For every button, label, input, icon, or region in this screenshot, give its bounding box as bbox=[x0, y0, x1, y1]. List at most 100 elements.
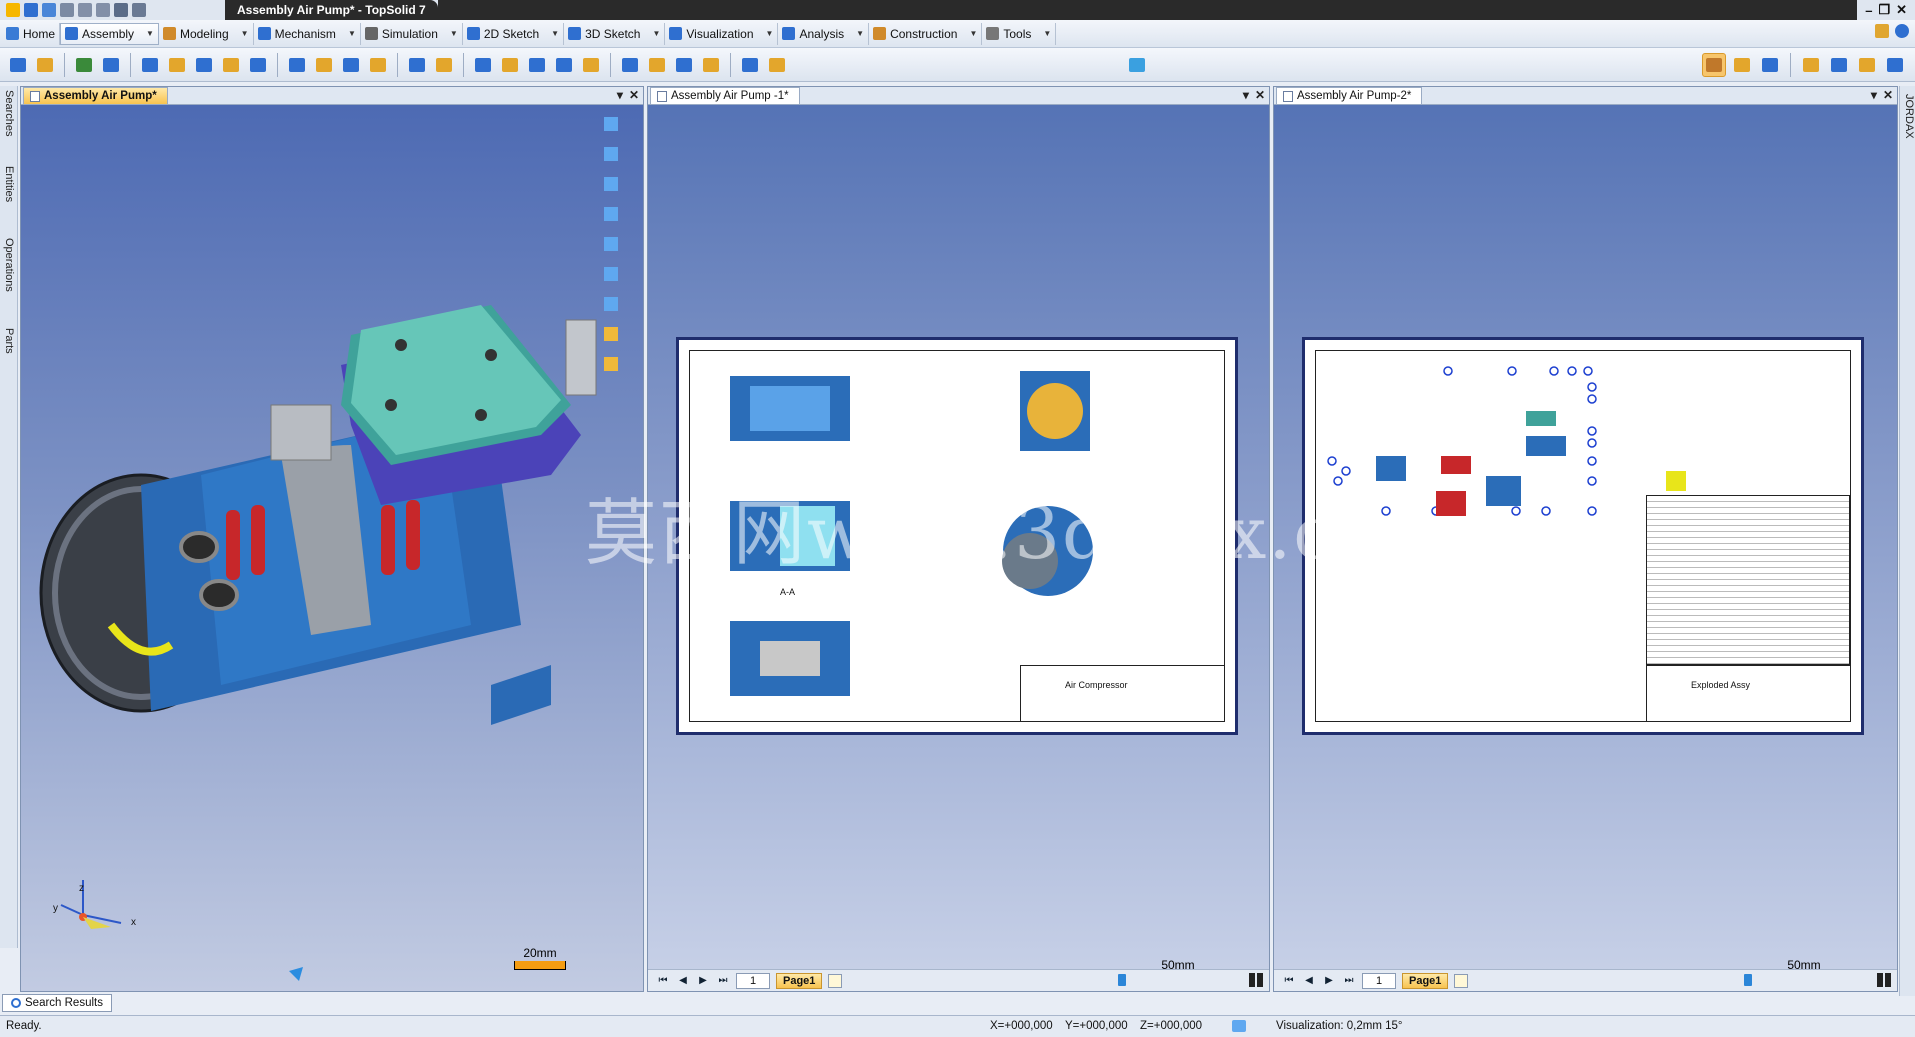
chevron-down-icon[interactable]: ▼ bbox=[241, 29, 249, 38]
tab-assembly-air-pump[interactable]: Assembly Air Pump* bbox=[23, 87, 168, 104]
visualization-icon[interactable] bbox=[1232, 1020, 1246, 1032]
component-delete-icon[interactable] bbox=[579, 53, 603, 77]
grid-icon[interactable] bbox=[1249, 973, 1263, 987]
pane-menu-icon[interactable]: ▾ bbox=[1871, 88, 1877, 102]
close-icon[interactable]: ✕ bbox=[1883, 88, 1893, 102]
pattern-icon[interactable] bbox=[285, 53, 309, 77]
explode-icon[interactable] bbox=[618, 53, 642, 77]
last-page-icon[interactable]: ⏭ bbox=[1342, 974, 1356, 988]
explode-axis-icon[interactable] bbox=[672, 53, 696, 77]
page-tab[interactable]: Page1 bbox=[1402, 972, 1449, 989]
menu-simulation[interactable]: Simulation ▼ bbox=[361, 22, 463, 45]
operation-icon[interactable] bbox=[432, 53, 456, 77]
include-part-icon[interactable] bbox=[6, 53, 30, 77]
viewport-drawing-2[interactable]: Exploded Assy 50mm ⏮ ◀ ▶ ⏭ 1 Page1 bbox=[1274, 105, 1897, 991]
filter-icon[interactable] bbox=[1125, 53, 1149, 77]
close-icon[interactable]: ✕ bbox=[1255, 88, 1265, 102]
prev-page-icon[interactable]: ◀ bbox=[1302, 974, 1316, 988]
tab-parts[interactable]: Parts bbox=[1, 328, 17, 378]
app-logo-icon[interactable] bbox=[6, 3, 20, 17]
page-tab[interactable]: Page1 bbox=[776, 972, 823, 989]
tree-icon[interactable] bbox=[1799, 53, 1823, 77]
mirror-icon[interactable] bbox=[312, 53, 336, 77]
drive-icon[interactable] bbox=[99, 53, 123, 77]
menu-analysis[interactable]: Analysis ▼ bbox=[778, 22, 870, 45]
constraint-rotation-icon[interactable] bbox=[246, 53, 270, 77]
process-icon[interactable] bbox=[405, 53, 429, 77]
last-page-icon[interactable]: ⏭ bbox=[716, 974, 730, 988]
chevron-down-icon[interactable]: ▼ bbox=[348, 29, 356, 38]
next-page-icon[interactable]: ▶ bbox=[696, 974, 710, 988]
viewport-3d[interactable]: z y x 20mm bbox=[21, 105, 643, 991]
chevron-down-icon[interactable]: ▼ bbox=[450, 29, 458, 38]
component-icon[interactable] bbox=[471, 53, 495, 77]
chevron-down-icon[interactable]: ▼ bbox=[652, 29, 660, 38]
tab-entities[interactable]: Entities bbox=[1, 166, 17, 236]
menu-construction[interactable]: Construction ▼ bbox=[869, 22, 983, 45]
close-icon[interactable]: ✕ bbox=[629, 88, 639, 102]
print-icon[interactable] bbox=[60, 3, 74, 17]
label-icon[interactable] bbox=[1730, 53, 1754, 77]
undo-icon[interactable] bbox=[78, 3, 92, 17]
menu-assembly[interactable]: Assembly ▼ bbox=[60, 22, 159, 45]
prev-page-icon[interactable]: ◀ bbox=[676, 974, 690, 988]
close-button[interactable]: ✕ bbox=[1896, 2, 1907, 18]
chevron-down-icon[interactable]: ▼ bbox=[1043, 29, 1051, 38]
next-page-icon[interactable]: ▶ bbox=[1322, 974, 1336, 988]
attributes-icon[interactable] bbox=[1855, 53, 1879, 77]
minimize-button[interactable]: – bbox=[1865, 3, 1872, 18]
menu-tools[interactable]: Tools ▼ bbox=[982, 22, 1057, 45]
page-number-input[interactable]: 1 bbox=[1362, 972, 1396, 989]
first-page-icon[interactable]: ⏮ bbox=[1282, 974, 1296, 988]
help-icon[interactable] bbox=[1895, 24, 1909, 38]
add-page-icon[interactable] bbox=[828, 973, 843, 988]
positioning-icon[interactable] bbox=[72, 53, 96, 77]
menu-mechanism[interactable]: Mechanism ▼ bbox=[254, 22, 361, 45]
zoom-slider[interactable] bbox=[1118, 974, 1126, 986]
grid-icon[interactable] bbox=[1877, 973, 1891, 987]
tab-searches[interactable]: Searches bbox=[1, 90, 17, 150]
save-icon[interactable] bbox=[24, 3, 38, 17]
chevron-down-icon[interactable]: ▼ bbox=[146, 29, 154, 38]
component-move-icon[interactable] bbox=[552, 53, 576, 77]
add-page-icon[interactable] bbox=[1454, 973, 1469, 988]
menu-visualization[interactable]: Visualization ▼ bbox=[665, 22, 779, 45]
restore-button[interactable]: ❐ bbox=[1878, 2, 1890, 18]
menu-modeling[interactable]: Modeling ▼ bbox=[159, 22, 254, 45]
pen-icon[interactable] bbox=[114, 3, 128, 17]
page-number-input[interactable]: 1 bbox=[736, 972, 770, 989]
chevron-down-icon[interactable]: ▼ bbox=[856, 29, 864, 38]
tab-assembly-air-pump-1[interactable]: Assembly Air Pump -1* bbox=[650, 87, 800, 104]
menu-2d-sketch[interactable]: 2D Sketch ▼ bbox=[463, 22, 565, 45]
constraint-axis-icon[interactable] bbox=[165, 53, 189, 77]
exploded-view-icon[interactable] bbox=[645, 53, 669, 77]
search-results-tab[interactable]: Search Results bbox=[2, 994, 112, 1012]
save-all-icon[interactable] bbox=[42, 3, 56, 17]
menu-home[interactable]: Home bbox=[2, 22, 61, 45]
constraint-point-icon[interactable] bbox=[219, 53, 243, 77]
constraint-plane-icon[interactable] bbox=[192, 53, 216, 77]
interference-icon[interactable] bbox=[738, 53, 762, 77]
chevron-down-icon[interactable]: ▼ bbox=[551, 29, 559, 38]
history-icon[interactable] bbox=[1883, 53, 1907, 77]
replace-part-icon[interactable] bbox=[33, 53, 57, 77]
chevron-down-icon[interactable]: ▼ bbox=[766, 29, 774, 38]
options-icon[interactable] bbox=[1875, 24, 1889, 38]
tab-jordax[interactable]: JORDAX bbox=[1901, 94, 1915, 164]
chevron-down-icon[interactable]: ▼ bbox=[969, 29, 977, 38]
redo-icon[interactable] bbox=[96, 3, 110, 17]
measure-icon[interactable] bbox=[765, 53, 789, 77]
select-mode-icon[interactable] bbox=[1702, 53, 1726, 77]
component-edit-icon[interactable] bbox=[498, 53, 522, 77]
pane-menu-icon[interactable]: ▾ bbox=[617, 88, 623, 102]
repetition-icon[interactable] bbox=[339, 53, 363, 77]
first-page-icon[interactable]: ⏮ bbox=[656, 974, 670, 988]
layers-icon[interactable] bbox=[1758, 53, 1782, 77]
tab-assembly-air-pump-2[interactable]: Assembly Air Pump-2* bbox=[1276, 87, 1423, 104]
menu-3d-sketch[interactable]: 3D Sketch ▼ bbox=[564, 22, 666, 45]
properties-icon[interactable] bbox=[1827, 53, 1851, 77]
component-copy-icon[interactable] bbox=[525, 53, 549, 77]
pane-menu-icon[interactable]: ▾ bbox=[1243, 88, 1249, 102]
symmetry-icon[interactable] bbox=[366, 53, 390, 77]
viewport-drawing-1[interactable]: A-A Air Compressor 50mm ⏮ ◀ ▶ ⏭ 1 Page1 bbox=[648, 105, 1269, 991]
